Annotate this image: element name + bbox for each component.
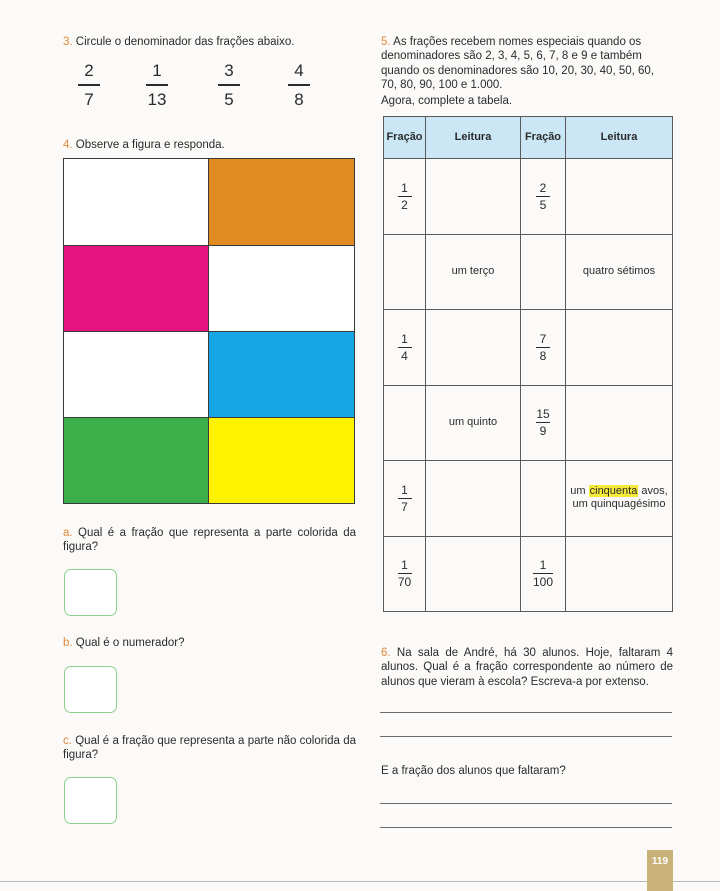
- fraction: 1 100: [532, 558, 554, 590]
- fraction-blank-cell[interactable]: [520, 233, 566, 310]
- answer-line[interactable]: [380, 803, 672, 804]
- fraction-cell: 15 9: [520, 384, 566, 461]
- reading-blank-cell[interactable]: [565, 309, 673, 386]
- answer-line[interactable]: [380, 736, 672, 737]
- q5-number: 5.: [381, 36, 391, 48]
- q5-instruction: Agora, complete a tabela.: [381, 95, 513, 107]
- q4a-question: a. Qual é a fração que representa a part…: [63, 526, 356, 555]
- grid-cell: [208, 158, 355, 246]
- reading-blank-cell[interactable]: [565, 158, 673, 235]
- grid-cell: [208, 417, 355, 504]
- denominator[interactable]: 7: [84, 91, 93, 108]
- grid-cell: [208, 331, 355, 418]
- table-row: 12 25: [383, 158, 673, 235]
- numerator: 4: [294, 61, 304, 80]
- q5-text: As frações recebem nomes especiais quand…: [381, 36, 655, 92]
- header-fracao: Fração: [383, 116, 426, 159]
- q4c-letter: c.: [63, 735, 72, 747]
- table-row: 1 70 1 100: [383, 535, 673, 612]
- grid-cell: [63, 417, 209, 504]
- header-fracao: Fração: [520, 116, 566, 159]
- q3-fraction-3[interactable]: 3 5: [218, 62, 240, 108]
- fraction: 14: [397, 333, 412, 362]
- reading-blank-cell[interactable]: [565, 535, 673, 612]
- fraction-cell: 1 70: [383, 535, 426, 612]
- q6-prompt: 6. Na sala de André, há 30 alunos. Hoje,…: [381, 646, 673, 689]
- q4b-question: b. Qual é o numerador?: [63, 636, 184, 650]
- grid-cell: [63, 158, 209, 246]
- q6-text: Na sala de André, há 30 alunos. Hoje, fa…: [381, 647, 673, 688]
- grid-cell: [208, 245, 355, 332]
- q4a-letter: a.: [63, 527, 73, 539]
- reading-blank-cell[interactable]: [425, 158, 521, 235]
- fraction-cell: 25: [520, 158, 566, 235]
- q5-prompt: 5. As frações recebem nomes especiais qu…: [381, 35, 673, 93]
- grid-cell: [63, 245, 209, 332]
- highlighted-word: cinquenta: [588, 484, 639, 497]
- reading-blank-cell[interactable]: [425, 460, 521, 537]
- grid-cell: [63, 331, 209, 418]
- reading-blank-cell[interactable]: [425, 309, 521, 386]
- q6-number: 6.: [381, 647, 391, 659]
- fractions-table: Fração Leitura Fração Leitura 12 25 um t…: [383, 116, 673, 612]
- q3-text: Circule o denominador das frações abaixo…: [75, 36, 295, 48]
- fraction-cell: 1 100: [520, 535, 566, 612]
- answer-line[interactable]: [380, 712, 672, 713]
- fraction: 12: [397, 182, 412, 211]
- fraction-cell: 78: [520, 309, 566, 386]
- fraction-blank-cell[interactable]: [520, 460, 566, 537]
- reading-blank-cell[interactable]: [565, 384, 673, 461]
- table-row: 17 um cinquenta avos, um quinquagésimo: [383, 460, 673, 537]
- fraction-cell: 12: [383, 158, 426, 235]
- q4b-letter: b.: [63, 637, 73, 649]
- numerator: 2: [84, 61, 94, 80]
- page-number: 119: [647, 850, 673, 891]
- fraction-cell: 14: [383, 309, 426, 386]
- numerator: 3: [224, 61, 234, 80]
- fraction-blank-cell[interactable]: [383, 233, 426, 310]
- answer-box-b[interactable]: [64, 666, 117, 713]
- reading-cell: quatro sétimos: [565, 233, 673, 310]
- q4c-text: Qual é a fração que representa a parte n…: [63, 735, 356, 762]
- fraction: 17: [397, 484, 412, 513]
- q3-fraction-4[interactable]: 4 8: [288, 62, 310, 108]
- answer-box-c[interactable]: [64, 777, 117, 824]
- denominator[interactable]: 13: [148, 91, 167, 108]
- reading-cell: um cinquenta avos, um quinquagésimo: [565, 460, 673, 537]
- table-row: 14 78: [383, 309, 673, 386]
- q4-text: Observe a figura e responda.: [75, 139, 225, 151]
- q3-number: 3.: [63, 36, 73, 48]
- q3-fraction-2[interactable]: 1 13: [146, 62, 168, 108]
- q4-number: 4.: [63, 139, 73, 151]
- table-row: um terço quatro sétimos: [383, 233, 673, 310]
- table-header-row: Fração Leitura Fração Leitura: [383, 116, 673, 159]
- denominator[interactable]: 5: [224, 91, 233, 108]
- fraction: 1 70: [397, 558, 412, 590]
- answer-line[interactable]: [380, 827, 672, 828]
- fraction: 25: [536, 182, 550, 211]
- footer-divider: [0, 881, 720, 882]
- answer-box-a[interactable]: [64, 569, 117, 616]
- numerator: 1: [152, 61, 162, 80]
- q3-fraction-1[interactable]: 2 7: [78, 62, 100, 108]
- reading-cell: um terço: [425, 233, 521, 310]
- q6-followup: E a fração dos alunos que faltaram?: [381, 765, 566, 777]
- fraction: 78: [536, 333, 550, 362]
- header-leitura: Leitura: [565, 116, 673, 159]
- reading-blank-cell[interactable]: [425, 535, 521, 612]
- colored-grid-figure: [63, 158, 355, 504]
- fraction: 15 9: [536, 407, 550, 439]
- reading-cell: um quinto: [425, 384, 521, 461]
- fraction-blank-cell[interactable]: [383, 384, 426, 461]
- q4-prompt: 4. Observe a figura e responda.: [63, 138, 225, 152]
- table-row: um quinto 15 9: [383, 384, 673, 461]
- q4b-text: Qual é o numerador?: [75, 637, 185, 649]
- header-leitura: Leitura: [425, 116, 521, 159]
- q4c-question: c. Qual é a fração que representa a part…: [63, 734, 356, 763]
- q4a-text: Qual é a fração que representa a parte c…: [63, 527, 356, 554]
- denominator[interactable]: 8: [294, 91, 303, 108]
- fraction-cell: 17: [383, 460, 426, 537]
- q3-prompt: 3. Circule o denominador das frações aba…: [63, 35, 294, 49]
